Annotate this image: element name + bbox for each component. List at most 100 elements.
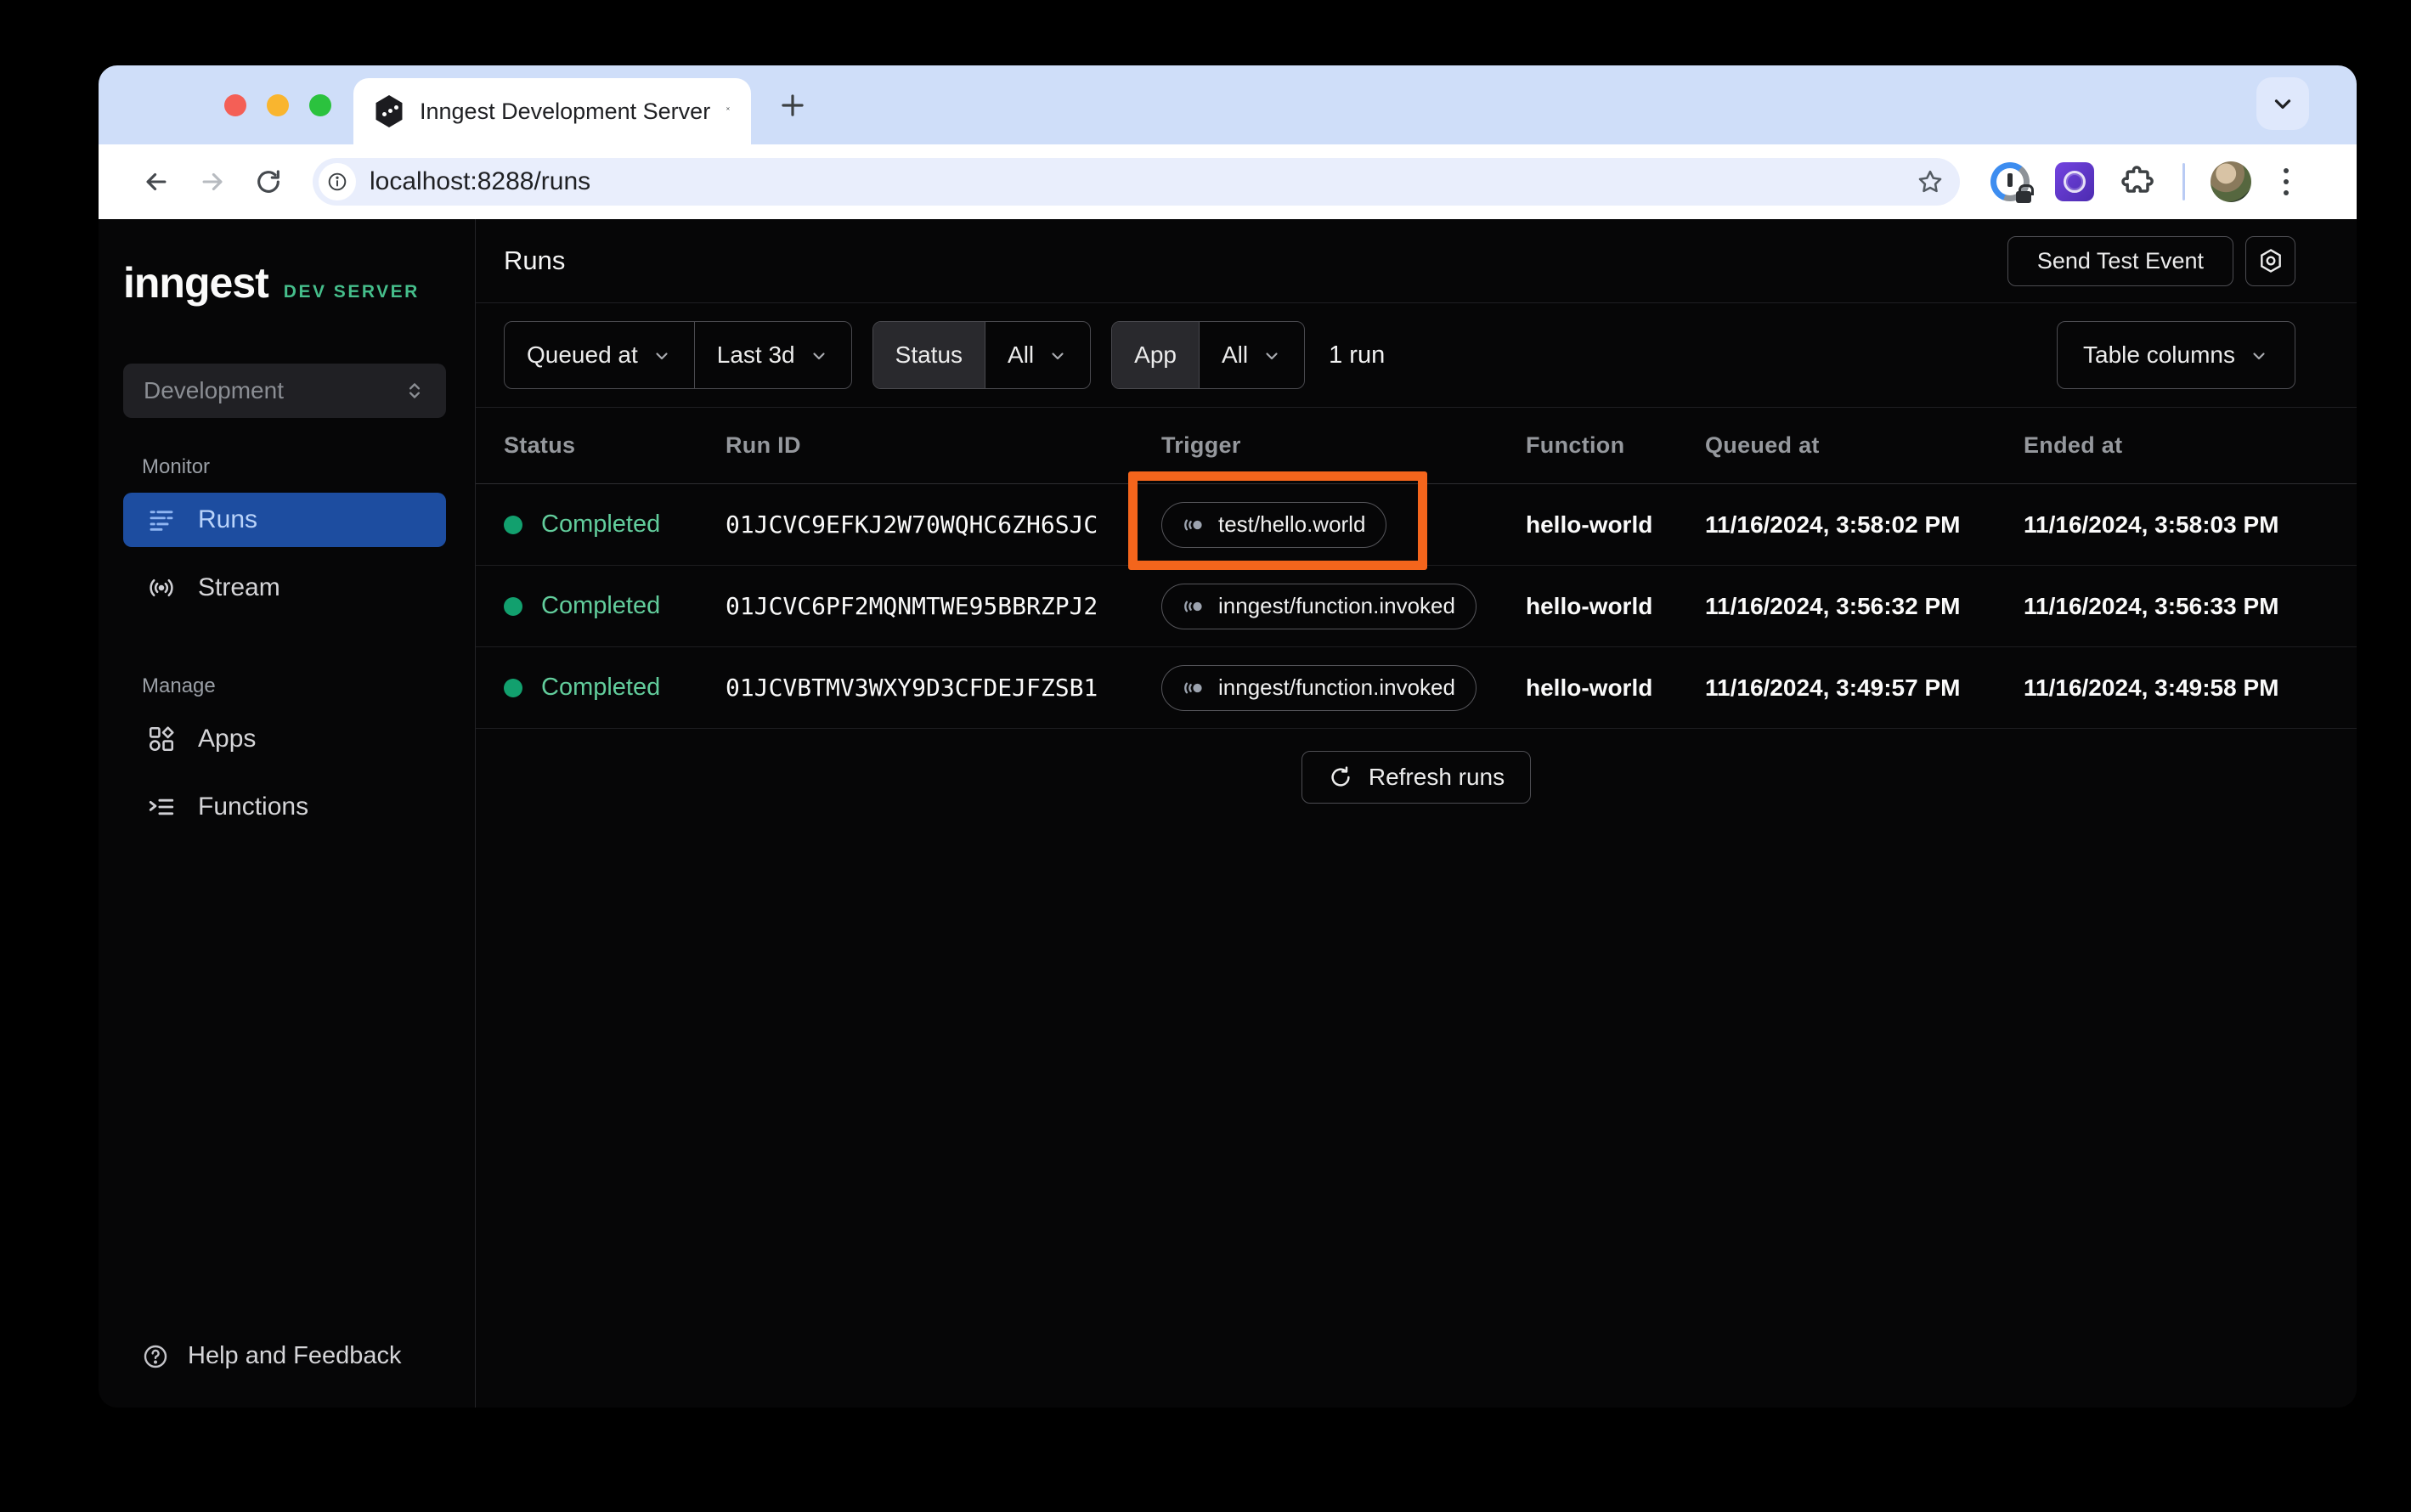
status-completed-dot-icon xyxy=(504,515,522,534)
zoom-window-button[interactable] xyxy=(309,94,331,116)
sidebar-item-label: Apps xyxy=(198,725,257,753)
refresh-runs-button[interactable]: Refresh runs xyxy=(1301,751,1532,804)
sidebar: inngest DEV SERVER Development Monitor Ru… xyxy=(99,219,476,1408)
nav-section-manage: Manage xyxy=(142,674,216,697)
refresh-area: Refresh runs xyxy=(476,729,2357,804)
trigger-event-name: inngest/function.invoked xyxy=(1218,674,1455,700)
help-label: Help and Feedback xyxy=(188,1342,402,1369)
profile-avatar[interactable] xyxy=(2211,161,2251,202)
site-info-icon[interactable] xyxy=(319,163,356,200)
trigger-event-pill[interactable]: test/hello.world xyxy=(1161,501,1387,548)
run-count: 1 run xyxy=(1329,341,1386,369)
inngest-favicon-icon xyxy=(375,95,403,127)
bookmark-star-icon[interactable] xyxy=(1916,167,1945,196)
trigger-cell: inngest/function.invoked xyxy=(1161,664,1526,711)
browser-tab[interactable]: Inngest Development Server xyxy=(353,78,751,144)
time-field-label: Queued at xyxy=(527,341,638,368)
minimize-window-button[interactable] xyxy=(267,94,289,116)
column-header-trigger: Trigger xyxy=(1161,432,1241,458)
extensions-puzzle-icon[interactable] xyxy=(2120,163,2157,200)
column-header-ended-at: Ended at xyxy=(2024,432,2123,458)
sidebar-item-help-and-feedback[interactable]: Help and Feedback xyxy=(142,1342,475,1370)
refresh-runs-label: Refresh runs xyxy=(1368,764,1505,790)
chevron-down-icon xyxy=(2249,345,2269,365)
status-label: Completed xyxy=(541,511,661,538)
table-columns-label: Table columns xyxy=(2083,341,2235,368)
status-label: Completed xyxy=(541,674,661,701)
run-status-cell: Completed xyxy=(504,511,726,539)
time-range-dropdown[interactable]: Last 3d xyxy=(695,322,851,388)
forward-button[interactable] xyxy=(189,158,236,206)
run-id-cell: 01JCVC9EFKJ2W70WQHC6ZH6SJC xyxy=(726,511,1098,539)
url-text: localhost:8288/runs xyxy=(370,167,591,195)
filter-bar: Queued at Last 3d Status All App All 1 r… xyxy=(476,303,2357,408)
functions-icon xyxy=(147,793,176,821)
nav-section-monitor: Monitor xyxy=(142,455,211,478)
send-test-event-label: Send Test Event xyxy=(2036,247,2204,274)
trigger-cell: inngest/function.invoked xyxy=(1161,583,1526,629)
close-window-button[interactable] xyxy=(224,94,246,116)
browser-window: Inngest Development Server localhost:828… xyxy=(99,65,2357,1408)
function-cell: hello-world xyxy=(1526,511,1653,538)
sidebar-item-functions[interactable]: Functions xyxy=(123,780,446,834)
status-completed-dot-icon xyxy=(504,596,522,616)
chevron-down-icon xyxy=(809,345,829,365)
chevron-down-icon xyxy=(652,345,672,365)
trigger-event-pill[interactable]: inngest/function.invoked xyxy=(1161,664,1477,711)
window-controls xyxy=(224,94,331,116)
trigger-event-name: inngest/function.invoked xyxy=(1218,593,1455,618)
settings-gear-button[interactable] xyxy=(2245,235,2295,286)
chevron-down-icon xyxy=(1262,345,1282,365)
tab-title: Inngest Development Server xyxy=(420,98,711,124)
function-cell: hello-world xyxy=(1526,592,1653,619)
back-button[interactable] xyxy=(133,158,180,206)
logo: inngest DEV SERVER xyxy=(123,258,475,307)
environment-select[interactable]: Development xyxy=(123,364,446,418)
sidebar-item-label: Runs xyxy=(198,505,258,533)
new-tab-button[interactable] xyxy=(776,89,809,121)
table-row[interactable]: Completed 01JCVC9EFKJ2W70WQHC6ZH6SJC test/… xyxy=(476,471,2357,570)
function-cell: hello-world xyxy=(1526,674,1653,701)
tab-close-icon[interactable] xyxy=(726,100,731,122)
status-filter-label: Status xyxy=(872,322,985,388)
extension-area xyxy=(1990,161,2295,203)
table-row[interactable]: Completed 01JCVBTMV3WXY9D3CFDEJFZSB1 innge… xyxy=(476,647,2357,729)
ended-at-cell: 11/16/2024, 3:56:33 PM xyxy=(2024,592,2279,619)
queued-at-cell: 11/16/2024, 3:58:02 PM xyxy=(1705,511,1961,538)
purple-extension-icon[interactable] xyxy=(2055,162,2094,201)
column-header-function: Function xyxy=(1526,432,1625,458)
browser-menu-icon[interactable] xyxy=(2277,168,2295,195)
password-manager-extension-icon[interactable] xyxy=(1990,162,2034,203)
environment-select-value: Development xyxy=(144,377,284,403)
status-filter-value: All xyxy=(1008,341,1035,368)
queued-at-cell: 11/16/2024, 3:49:57 PM xyxy=(1705,674,1961,701)
time-field-dropdown[interactable]: Queued at xyxy=(505,322,694,388)
runs-icon xyxy=(147,505,176,534)
sidebar-item-apps[interactable]: Apps xyxy=(123,712,446,766)
send-test-event-button[interactable]: Send Test Event xyxy=(2007,235,2233,286)
sidebar-item-runs[interactable]: Runs xyxy=(123,493,446,547)
runs-table-header: Status Run ID Trigger Function Queued at Ende… xyxy=(476,408,2357,484)
table-columns-button[interactable]: Table columns xyxy=(2057,321,2295,389)
sidebar-item-stream[interactable]: Stream xyxy=(123,561,446,615)
tab-search-button[interactable] xyxy=(2256,77,2309,130)
column-header-queued-at: Queued at xyxy=(1705,432,1820,458)
event-broadcast-icon xyxy=(1183,676,1206,700)
table-row[interactable]: Completed 01JCVC6PF2MQNMTWE95BBRZPJ2 innge… xyxy=(476,566,2357,647)
url-bar[interactable]: localhost:8288/runs xyxy=(313,158,1960,206)
app-filter-dropdown[interactable]: All xyxy=(1200,322,1304,388)
status-filter-group: Status All xyxy=(872,321,1092,389)
trigger-event-pill[interactable]: inngest/function.invoked xyxy=(1161,583,1477,629)
time-filter-group: Queued at Last 3d xyxy=(504,321,852,389)
sidebar-item-label: Stream xyxy=(198,573,280,601)
chevron-down-icon xyxy=(1047,345,1068,365)
inngest-logo: inngest xyxy=(123,259,269,307)
queued-at-cell: 11/16/2024, 3:56:32 PM xyxy=(1705,592,1961,619)
event-broadcast-icon xyxy=(1183,513,1206,537)
reload-button[interactable] xyxy=(245,158,292,206)
toolbar-divider xyxy=(2182,163,2185,200)
run-id-cell: 01JCVBTMV3WXY9D3CFDEJFZSB1 xyxy=(726,674,1098,702)
runs-table-body: Completed 01JCVC9EFKJ2W70WQHC6ZH6SJC test/… xyxy=(476,471,2357,729)
status-filter-dropdown[interactable]: All xyxy=(985,322,1090,388)
stream-icon xyxy=(147,573,176,602)
